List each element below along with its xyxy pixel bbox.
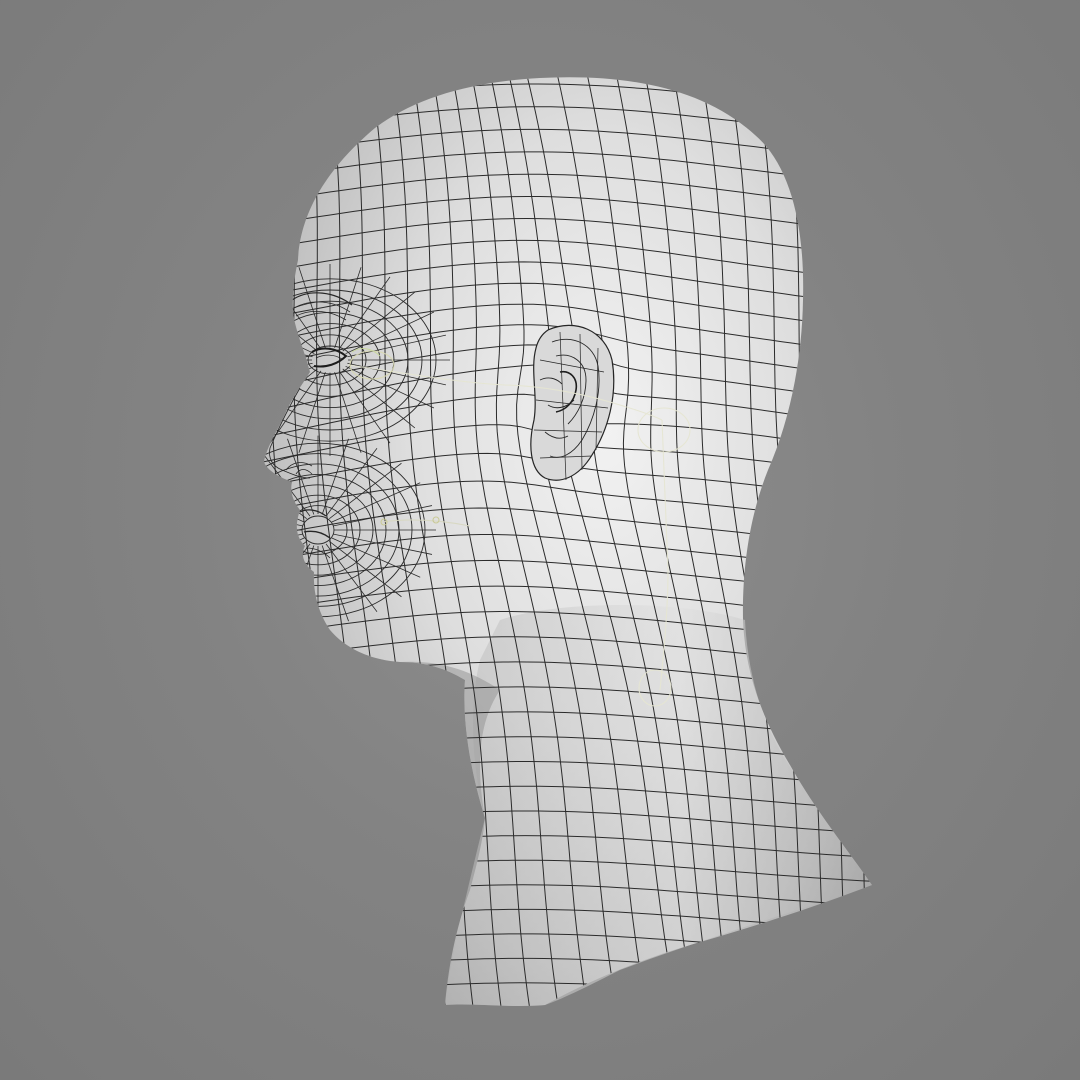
- mouth-spoke-edge: [264, 505, 303, 527]
- mesh-edge-ring: [264, 77, 286, 1006]
- mouth-spoke-edge: [287, 545, 315, 622]
- eye-spoke-edge: [264, 362, 313, 386]
- mesh-edge-ring: [219, 62, 259, 1023]
- mouth-spoke-edge: [264, 540, 307, 598]
- mesh-edge-loop: [245, 38, 907, 66]
- mouth-spoke-edge: [264, 537, 305, 578]
- mesh-surface: [264, 77, 872, 1006]
- mesh-edge-loop: [233, 1007, 893, 1025]
- head-mesh-model[interactable]: [0, 0, 1080, 1080]
- mesh-edge-ring: [861, 77, 872, 1006]
- mouth-spoke-edge: [264, 482, 305, 523]
- mouth-spoke-edge: [264, 543, 311, 612]
- 3d-viewport[interactable]: [0, 0, 1080, 1080]
- mouth-spoke-edge: [264, 533, 303, 555]
- eye-spoke-edge: [264, 334, 313, 358]
